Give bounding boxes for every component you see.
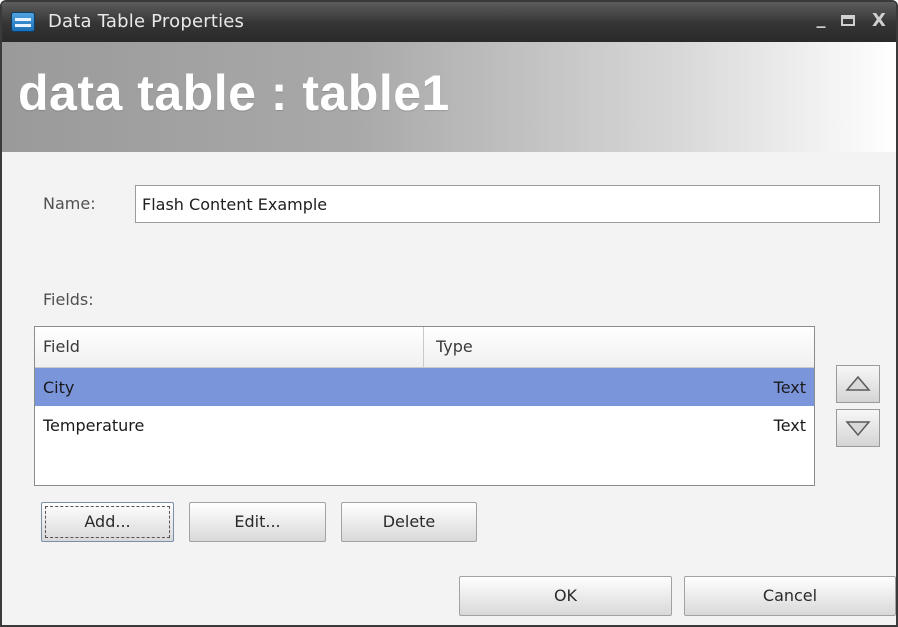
fields-list-header: Field Type <box>35 327 814 368</box>
add-button[interactable]: Add... <box>41 502 174 542</box>
fields-label: Fields: <box>43 290 94 309</box>
window-title: Data Table Properties <box>48 11 245 32</box>
column-header-field-label: Field <box>43 337 80 356</box>
title-bar[interactable]: Data Table Properties _ X <box>2 2 896 42</box>
arrow-up-icon <box>845 375 871 391</box>
field-name-cell: Temperature <box>43 416 145 435</box>
fields-list[interactable]: Field Type City Text Temperature Text <box>34 326 815 486</box>
header-banner: data table : table1 <box>2 42 896 152</box>
maximize-icon <box>841 15 855 26</box>
delete-button[interactable]: Delete <box>341 502 477 542</box>
data-table-app-icon <box>11 12 35 32</box>
name-input[interactable] <box>135 185 880 223</box>
dialog-window: Data Table Properties _ X data table : t… <box>0 0 898 627</box>
cancel-button[interactable]: Cancel <box>684 576 896 616</box>
maximize-button[interactable] <box>837 10 859 34</box>
column-header-type-label: Type <box>436 337 473 356</box>
name-label: Name: <box>43 194 96 213</box>
table-row[interactable]: Temperature Text <box>35 406 814 444</box>
close-button[interactable]: X <box>868 10 890 34</box>
ok-button[interactable]: OK <box>459 576 672 616</box>
field-type-cell: Text <box>773 416 806 435</box>
field-type-cell: Text <box>773 378 806 397</box>
table-row[interactable]: City Text <box>35 368 814 406</box>
column-header-type[interactable]: Type <box>424 327 814 367</box>
edit-button[interactable]: Edit... <box>189 502 326 542</box>
banner-title: data table : table1 <box>18 65 450 121</box>
minimize-button[interactable]: _ <box>810 8 832 32</box>
arrow-down-icon <box>845 421 871 437</box>
field-name-cell: City <box>43 378 75 397</box>
move-down-button[interactable] <box>836 409 880 447</box>
column-header-field[interactable]: Field <box>35 327 424 367</box>
move-up-button[interactable] <box>836 365 880 403</box>
